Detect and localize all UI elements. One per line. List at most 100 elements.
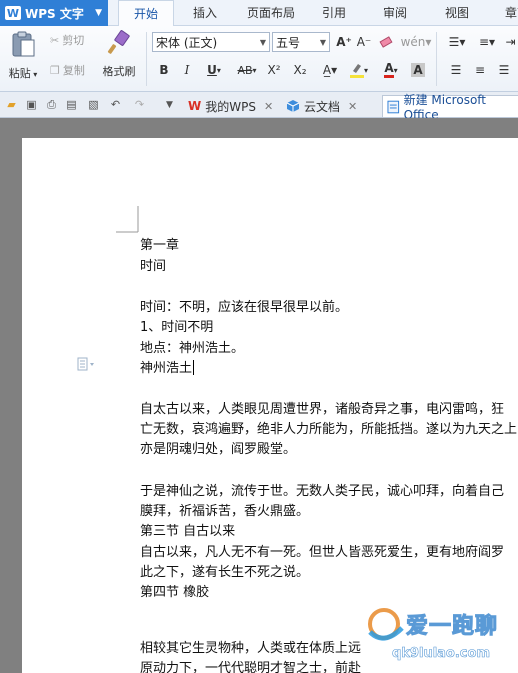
tab-review[interactable]: 审阅 bbox=[372, 0, 418, 26]
doc-tab-label: 云文档 bbox=[304, 99, 341, 114]
doc-tab-my-wps[interactable]: W 我的WPS ✕ bbox=[184, 95, 273, 117]
export-pdf-icon[interactable]: ▧ bbox=[86, 97, 101, 112]
title-tab-bar: W WPS 文字 ▼ 开始 插入 页面布局 引用 审阅 视图 章节 bbox=[0, 0, 518, 27]
doc-line[interactable]: 自太古以来，人类眼见周遭世界，诸般奇异之事，电闪雷鸣，狂 bbox=[140, 398, 504, 417]
doc-line[interactable]: 自古以来，凡人无不有一死。但世人皆恶死爱生，更有地府阎罗 bbox=[140, 541, 504, 560]
doc-line[interactable]: 相较其它生灵物种，人类或在体质上远 bbox=[140, 637, 361, 656]
underline-label: U bbox=[207, 63, 217, 77]
italic-button[interactable]: I bbox=[177, 60, 197, 80]
indent-button[interactable]: ⇥ bbox=[503, 32, 518, 52]
doc-line[interactable]: 此之下，遂有长生不死之说。 bbox=[140, 561, 309, 580]
quick-access-bar: ▰ ▣ ⎙ ▤ ▧ ↶ ↷ ▼ W 我的WPS ✕ 云文档 ✕ 新建 Micro… bbox=[0, 92, 518, 122]
cut-button[interactable]: ✂ 剪切 bbox=[50, 32, 84, 48]
undo-icon[interactable]: ↶ bbox=[108, 97, 123, 112]
document-icon bbox=[387, 100, 400, 113]
doc-tab-cloud-docs[interactable]: 云文档 ✕ bbox=[282, 95, 357, 117]
align-center-button[interactable]: ≡ bbox=[470, 60, 490, 80]
bullet-list-button[interactable]: ☰▾ bbox=[444, 32, 470, 52]
close-icon[interactable]: ✕ bbox=[348, 100, 357, 113]
phonetic-icon: wén▾ bbox=[400, 35, 432, 49]
tab-sections[interactable]: 章节 bbox=[494, 0, 518, 26]
tab-page-layout[interactable]: 页面布局 bbox=[240, 0, 302, 26]
tab-view[interactable]: 视图 bbox=[434, 0, 480, 26]
font-size-select[interactable]: 五号 ▼ bbox=[272, 32, 330, 52]
doc-line[interactable]: 1、时间不明 bbox=[140, 316, 213, 335]
align-left-button[interactable]: ☰ bbox=[446, 60, 466, 80]
tab-home[interactable]: 开始 bbox=[118, 0, 174, 27]
superscript-button[interactable]: X² bbox=[264, 60, 284, 80]
chevron-down-icon: ▼ bbox=[259, 37, 267, 47]
bold-button[interactable]: B bbox=[154, 60, 174, 80]
highlight-button[interactable]: ▾ bbox=[345, 60, 373, 80]
strikethrough-button[interactable]: AB ▾ bbox=[232, 60, 262, 80]
close-icon[interactable]: ✕ bbox=[264, 100, 273, 113]
highlighter-icon bbox=[349, 64, 364, 78]
doc-line[interactable]: 原动力下，一代代聪明才智之士，前赴 bbox=[140, 657, 361, 673]
text-effect-button[interactable]: A̲▾ bbox=[318, 60, 342, 80]
app-menu-button[interactable]: W WPS 文字 ▼ bbox=[0, 0, 108, 26]
doc-line: 神州浩土 bbox=[140, 361, 193, 376]
clipboard-icon bbox=[12, 31, 35, 57]
char-shading-button[interactable]: A bbox=[408, 60, 428, 80]
font-size-value: 五号 bbox=[276, 35, 301, 50]
doc-line[interactable]: 时间 bbox=[140, 255, 166, 274]
grow-font-button[interactable]: A⁺ bbox=[334, 32, 354, 52]
wps-logo-icon: W bbox=[5, 6, 21, 20]
text-cursor bbox=[193, 360, 195, 375]
subscript-button[interactable]: X₂ bbox=[290, 60, 310, 80]
print-icon[interactable]: ▤ bbox=[64, 97, 79, 112]
paragraph-layout-icon[interactable] bbox=[77, 357, 97, 371]
numbered-list-button[interactable]: ≡▾ bbox=[474, 32, 500, 52]
phonetic-guide-button[interactable]: wén▾ bbox=[400, 32, 432, 52]
copy-button[interactable]: ❐ 复制 bbox=[50, 62, 85, 78]
cut-label: 剪切 bbox=[62, 34, 85, 47]
doc-line[interactable]: 时间：不明，应该在很早很早以前。 bbox=[140, 296, 348, 315]
doc-line-with-cursor[interactable]: 神州浩土 bbox=[140, 357, 195, 376]
redo-icon[interactable]: ↷ bbox=[132, 97, 147, 112]
tab-references[interactable]: 引用 bbox=[312, 0, 356, 26]
chevron-down-icon: ▼ bbox=[319, 37, 327, 47]
font-color-label: A bbox=[384, 62, 394, 78]
scissors-icon: ✂ bbox=[50, 33, 60, 47]
doc-line[interactable]: 于是神仙之说，流传于世。无数人类子民，诚心叩拜，向着自己 bbox=[140, 480, 504, 499]
clear-format-button[interactable] bbox=[376, 32, 396, 52]
doc-line[interactable]: 第三节 自古以来 bbox=[140, 520, 235, 539]
doc-line[interactable]: 第一章 bbox=[140, 234, 179, 253]
doc-line[interactable]: 亡无数，哀鸿遍野，绝非人力所能为，所能抵挡。遂以为九天之上 bbox=[140, 418, 517, 437]
numbered-list-icon: ≡▾ bbox=[478, 35, 496, 49]
doc-line[interactable]: 膜拜，祈福诉苦，香火鼎盛。 bbox=[140, 500, 309, 519]
underline-button[interactable]: U ▾ bbox=[201, 60, 227, 80]
doc-tab-current[interactable]: 新建 Microsoft Office bbox=[382, 93, 518, 122]
customize-chevron-icon[interactable]: ▼ bbox=[162, 97, 177, 112]
format-painter-button[interactable]: 格式刷 bbox=[100, 30, 138, 79]
document-canvas[interactable] bbox=[0, 118, 518, 673]
copy-label: 复制 bbox=[62, 64, 85, 77]
strikethrough-label: AB bbox=[237, 63, 253, 77]
font-color-button[interactable]: A ▾ bbox=[378, 60, 404, 80]
shrink-font-button[interactable]: A⁻ bbox=[354, 32, 374, 52]
paste-label: 粘贴 bbox=[8, 67, 31, 80]
format-painter-label: 格式刷 bbox=[102, 65, 136, 78]
margin-corner-mark bbox=[116, 206, 139, 233]
align-right-icon: ☰ bbox=[498, 63, 510, 77]
doc-line[interactable]: 第四节 橡胶 bbox=[140, 581, 209, 600]
doc-tab-label: 我的WPS bbox=[205, 99, 256, 114]
paste-button[interactable]: 粘贴 ▾ bbox=[6, 30, 40, 81]
open-folder-icon[interactable]: ▰ bbox=[4, 97, 19, 112]
ribbon-toolbar: 粘贴 ▾ ✂ 剪切 ❐ 复制 格式刷 宋体 (正文) ▼ 五号 ▼ A⁺ A⁻ … bbox=[0, 26, 518, 92]
bullet-list-icon: ☰▾ bbox=[448, 35, 466, 49]
chevron-down-icon: ▼ bbox=[95, 8, 102, 18]
ribbon-divider bbox=[146, 32, 147, 86]
print-preview-icon[interactable]: ⎙ bbox=[44, 97, 59, 112]
doc-line[interactable]: 亦是阴魂归处，阎罗殿堂。 bbox=[140, 438, 296, 457]
font-name-select[interactable]: 宋体 (正文) ▼ bbox=[152, 32, 270, 52]
tab-insert[interactable]: 插入 bbox=[180, 0, 230, 26]
save-icon[interactable]: ▣ bbox=[24, 97, 39, 112]
copy-icon: ❐ bbox=[50, 63, 60, 77]
doc-line[interactable]: 地点：神州浩土。 bbox=[140, 337, 244, 356]
char-shading-label: A bbox=[411, 63, 425, 77]
align-right-button[interactable]: ☰ bbox=[494, 60, 514, 80]
align-center-icon: ≡ bbox=[474, 63, 486, 77]
watermark-site: qk9lulao.com bbox=[392, 646, 491, 662]
ribbon-divider bbox=[436, 32, 437, 86]
